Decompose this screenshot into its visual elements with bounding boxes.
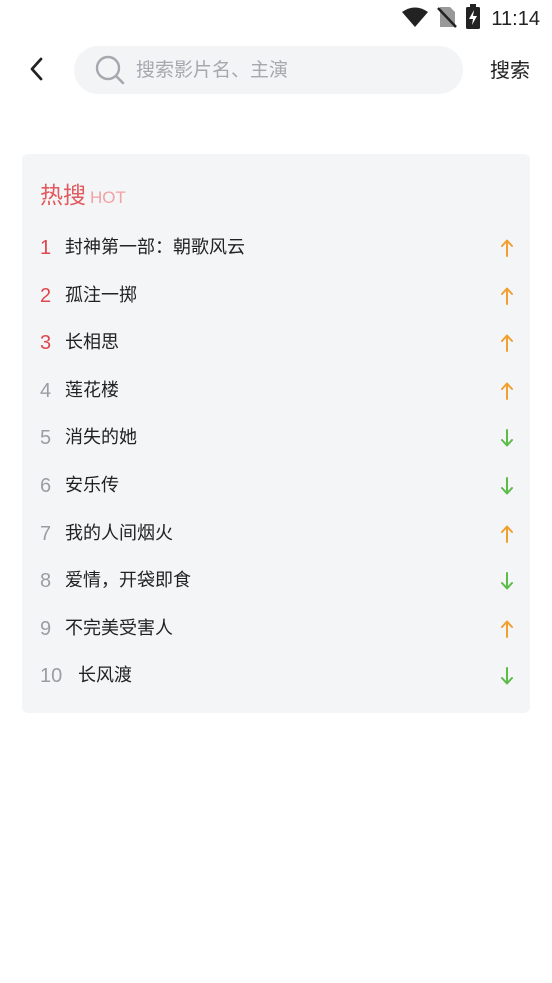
status-time: 11:14 [491, 7, 540, 30]
search-input[interactable] [136, 59, 436, 81]
search-header: 搜索 [0, 46, 552, 96]
rank-number: 10 [40, 665, 63, 688]
item-title: 我的人间烟火 [65, 522, 173, 544]
arrow-up-icon [498, 523, 516, 545]
rank-number: 6 [40, 474, 52, 497]
item-title: 孤注一掷 [65, 284, 137, 306]
rank-number: 8 [40, 570, 52, 593]
item-title: 爱情，开袋即食 [65, 570, 191, 592]
item-title: 长风渡 [78, 665, 132, 687]
hot-search-item[interactable]: 5 消失的她 [22, 414, 530, 462]
item-title: 安乐传 [65, 474, 119, 496]
rank-number: 2 [40, 284, 52, 307]
arrow-up-icon [498, 285, 516, 307]
item-title: 消失的她 [65, 427, 137, 449]
status-icons: 11:14 [401, 4, 540, 34]
status-bar: 11:14 [0, 0, 552, 38]
rank-number: 7 [40, 522, 52, 545]
arrow-down-icon [498, 475, 516, 497]
hot-search-item[interactable]: 2 孤注一掷 [22, 272, 530, 320]
rank-number: 4 [40, 379, 52, 402]
rank-number: 1 [40, 237, 52, 259]
wifi-icon [401, 6, 429, 32]
arrow-up-icon [498, 618, 516, 640]
hot-search-heading: 热搜 HOT [40, 176, 126, 210]
search-button[interactable]: 搜索 [490, 56, 530, 84]
hot-search-list: 1 封神第一部：朝歌风云 2 孤注一掷 3 长相思 4 莲花楼 5 消失的她 6 安乐传 7 我的人间烟火… [22, 224, 530, 700]
arrow-up-icon [498, 237, 516, 259]
search-icon [94, 54, 126, 86]
hot-search-item[interactable]: 4 莲花楼 [22, 367, 530, 415]
item-title: 不完美受害人 [65, 617, 173, 639]
rank-number: 3 [40, 332, 52, 355]
hot-search-item[interactable]: 6 安乐传 [22, 462, 530, 510]
rank-number: 9 [40, 617, 52, 640]
hot-search-subtitle: HOT [90, 188, 126, 207]
arrow-up-icon [498, 380, 516, 402]
arrow-down-icon [498, 665, 516, 687]
hot-search-item[interactable]: 9 不完美受害人 [22, 605, 530, 653]
item-title: 长相思 [65, 332, 119, 354]
no-sim-icon [437, 5, 458, 33]
item-title: 莲花楼 [65, 379, 119, 401]
search-box[interactable] [74, 46, 463, 94]
hot-search-card: 热搜 HOT 1 封神第一部：朝歌风云 2 孤注一掷 3 长相思 4 莲花楼 5 消失的她 6 安乐传… [22, 154, 530, 713]
hot-search-item[interactable]: 8 爱情，开袋即食 [22, 557, 530, 605]
hot-search-item[interactable]: 1 封神第一部：朝歌风云 [22, 224, 530, 272]
hot-search-title: 热搜 [40, 183, 86, 209]
hot-search-item[interactable]: 10 长风渡 [22, 652, 530, 700]
battery-charging-icon [465, 4, 481, 34]
arrow-down-icon [498, 570, 516, 592]
arrow-up-icon [498, 332, 516, 354]
back-button[interactable] [20, 54, 54, 88]
item-title: 封神第一部：朝歌风云 [65, 237, 245, 258]
chevron-left-icon [27, 56, 47, 86]
arrow-down-icon [498, 427, 516, 449]
hot-search-item[interactable]: 3 长相思 [22, 319, 530, 367]
rank-number: 5 [40, 427, 52, 450]
hot-search-item[interactable]: 7 我的人间烟火 [22, 510, 530, 558]
